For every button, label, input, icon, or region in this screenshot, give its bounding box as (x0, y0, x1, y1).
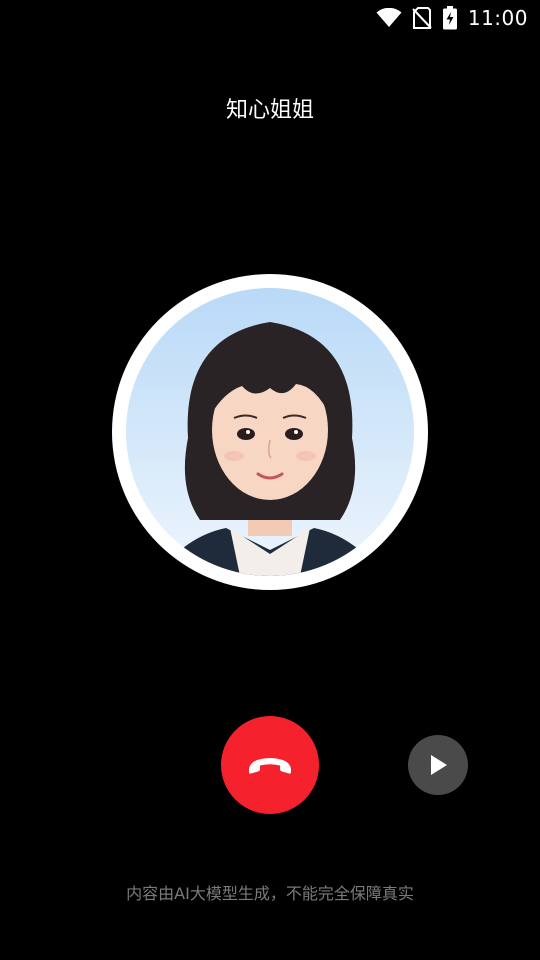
avatar (126, 288, 414, 576)
play-icon (431, 755, 447, 775)
caller-name: 知心姐姐 (225, 98, 314, 123)
battery-charging-icon (442, 6, 458, 30)
avatar-portrait (156, 322, 384, 576)
hangup-button[interactable] (221, 716, 319, 814)
status-icons: 11:00 (376, 4, 528, 32)
wifi-icon (376, 8, 402, 28)
status-time: 11:00 (467, 6, 528, 30)
play-button[interactable] (408, 735, 468, 795)
no-sim-icon (412, 7, 432, 29)
status-bar: 11:00 (0, 0, 540, 36)
phone-hangup-icon (249, 758, 291, 774)
ai-disclaimer: 内容由AI大模型生成，不能完全保障真实 (126, 884, 414, 903)
